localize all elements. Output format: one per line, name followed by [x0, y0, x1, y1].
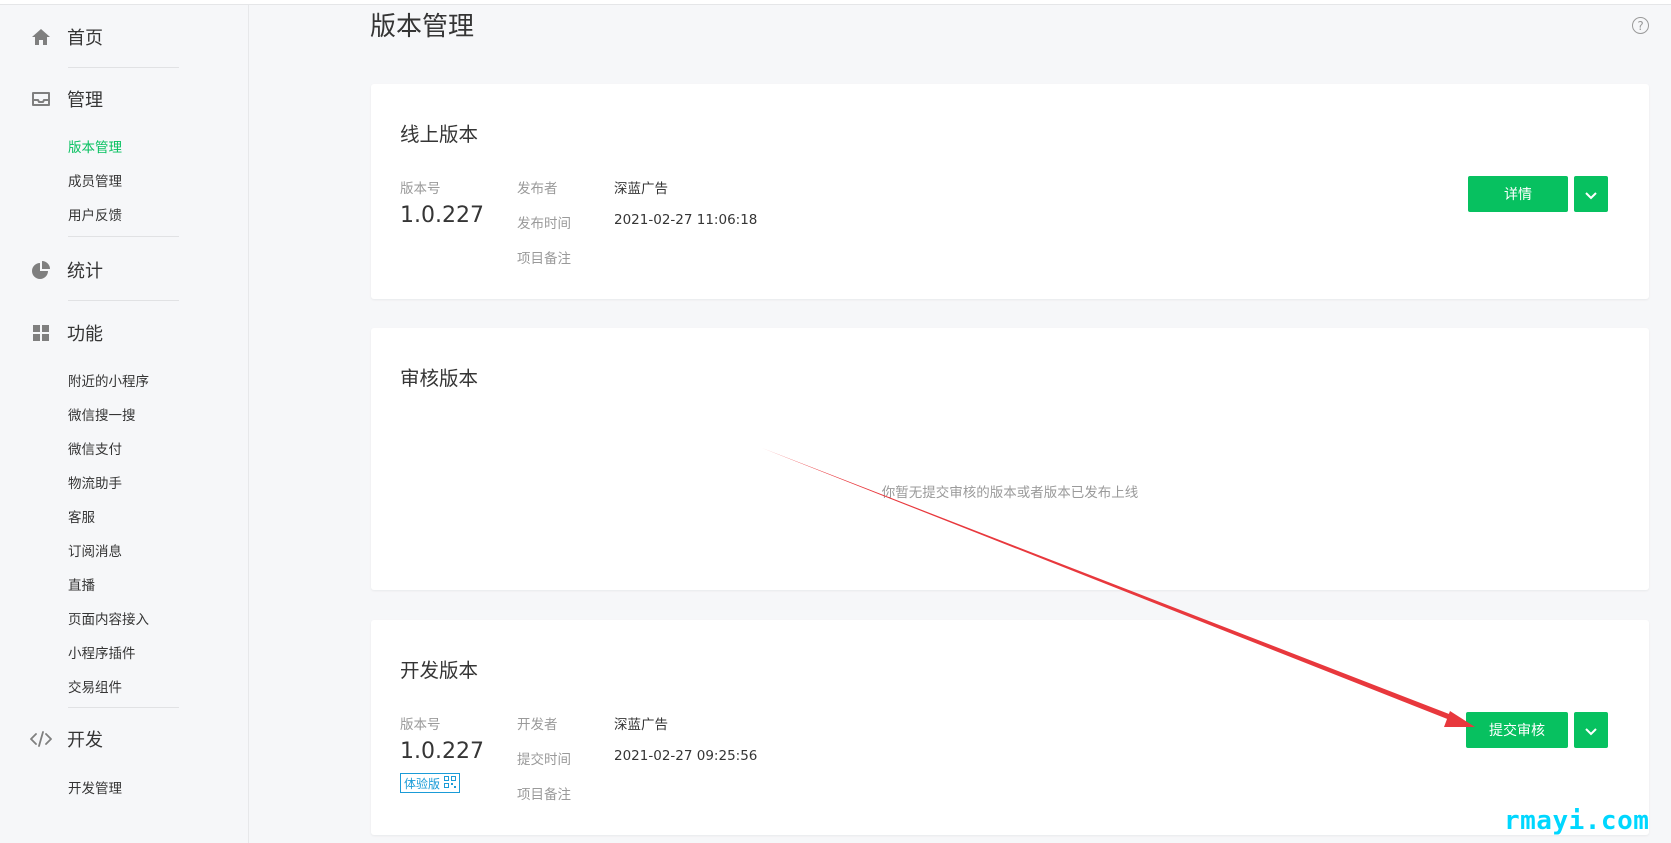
detail-button[interactable]: 详情: [1468, 176, 1568, 212]
review-empty-text: 你暂无提交审核的版本或者版本已发布上线: [881, 485, 1139, 501]
developer-value: 深蓝广告: [614, 717, 668, 733]
watermark: rmayi.com: [1504, 806, 1650, 836]
submit-review-button[interactable]: 提交审核: [1466, 712, 1568, 748]
project-note-label: 项目备注: [517, 787, 571, 803]
top-border: [0, 0, 1671, 5]
sidebar-item-user-feedback[interactable]: 用户反馈: [68, 204, 122, 224]
inbox-icon: [30, 88, 52, 110]
sidebar-item-customer-service[interactable]: 客服: [68, 506, 95, 526]
nav-features-label: 功能: [67, 324, 103, 345]
nav-manage-label: 管理: [67, 90, 103, 111]
project-note-label: 项目备注: [517, 251, 571, 267]
nav-features[interactable]: 功能: [30, 318, 103, 348]
page-title: 版本管理: [370, 12, 475, 42]
publish-time-label: 发布时间: [517, 216, 571, 232]
nav-stats-label: 统计: [67, 261, 103, 282]
version-number-label: 版本号: [400, 181, 441, 197]
sidebar-item-live[interactable]: 直播: [68, 574, 95, 594]
sidebar-item-wechat-pay[interactable]: 微信支付: [68, 438, 122, 458]
code-icon: [30, 728, 52, 750]
sidebar-item-member-manage[interactable]: 成员管理: [68, 170, 122, 190]
dev-version-card: 开发版本 版本号 1.0.227 体验版 开发者 深蓝广告 提交时间 2021-…: [371, 620, 1649, 835]
sidebar-item-wechat-search[interactable]: 微信搜一搜: [68, 404, 136, 424]
grid-icon: [30, 322, 52, 344]
review-version-card: 审核版本 你暂无提交审核的版本或者版本已发布上线: [371, 328, 1649, 590]
sidebar-divider: [68, 236, 179, 237]
sidebar-item-page-content[interactable]: 页面内容接入: [68, 608, 149, 628]
sidebar-item-subscribe-message[interactable]: 订阅消息: [68, 540, 122, 560]
online-version-more-button[interactable]: [1574, 176, 1608, 212]
publisher-label: 发布者: [517, 181, 558, 197]
dev-version-title: 开发版本: [400, 659, 479, 682]
sidebar-divider: [68, 300, 179, 301]
version-number-label: 版本号: [400, 717, 441, 733]
nav-manage[interactable]: 管理: [30, 84, 103, 114]
trial-version-badge[interactable]: 体验版: [400, 773, 461, 793]
sidebar-item-trade-component[interactable]: 交易组件: [68, 676, 122, 696]
sidebar-item-plugins[interactable]: 小程序插件: [68, 642, 136, 662]
question-circle-icon[interactable]: ?: [1632, 17, 1649, 34]
online-version-card: 线上版本 版本号 1.0.227 发布者 深蓝广告 发布时间 2021-02-2…: [371, 84, 1649, 299]
review-version-title: 审核版本: [400, 367, 479, 390]
publisher-value: 深蓝广告: [614, 181, 668, 197]
sidebar-item-dev-manage[interactable]: 开发管理: [68, 777, 122, 797]
chevron-down-icon: [1585, 185, 1597, 204]
submit-time-label: 提交时间: [517, 752, 571, 768]
nav-stats[interactable]: 统计: [30, 255, 103, 285]
sidebar-divider: [68, 707, 179, 708]
pie-chart-icon: [30, 259, 52, 281]
sidebar: 首页 管理 版本管理 成员管理 用户反馈 统计 功能 附近的小程序 微信搜一搜 …: [0, 5, 249, 843]
trial-badge-label: 体验版: [404, 776, 441, 791]
nav-dev-label: 开发: [67, 730, 103, 751]
nav-home-label: 首页: [67, 28, 103, 49]
sidebar-item-logistics[interactable]: 物流助手: [68, 472, 122, 492]
dev-version-number: 1.0.227: [400, 739, 484, 764]
chevron-down-icon: [1585, 721, 1597, 740]
developer-label: 开发者: [517, 717, 558, 733]
online-version-title: 线上版本: [400, 123, 479, 146]
publish-time-value: 2021-02-27 11:06:18: [614, 212, 758, 228]
sidebar-item-nearby-miniprogram[interactable]: 附近的小程序: [68, 370, 149, 390]
submit-time-value: 2021-02-27 09:25:56: [614, 748, 758, 764]
sidebar-divider: [68, 67, 179, 68]
qrcode-icon: [444, 775, 457, 791]
dev-version-more-button[interactable]: [1574, 712, 1608, 748]
home-icon: [30, 26, 52, 48]
nav-home[interactable]: 首页: [30, 22, 103, 52]
online-version-number: 1.0.227: [400, 203, 484, 228]
nav-dev[interactable]: 开发: [30, 724, 103, 754]
sidebar-item-version-manage[interactable]: 版本管理: [68, 136, 122, 156]
